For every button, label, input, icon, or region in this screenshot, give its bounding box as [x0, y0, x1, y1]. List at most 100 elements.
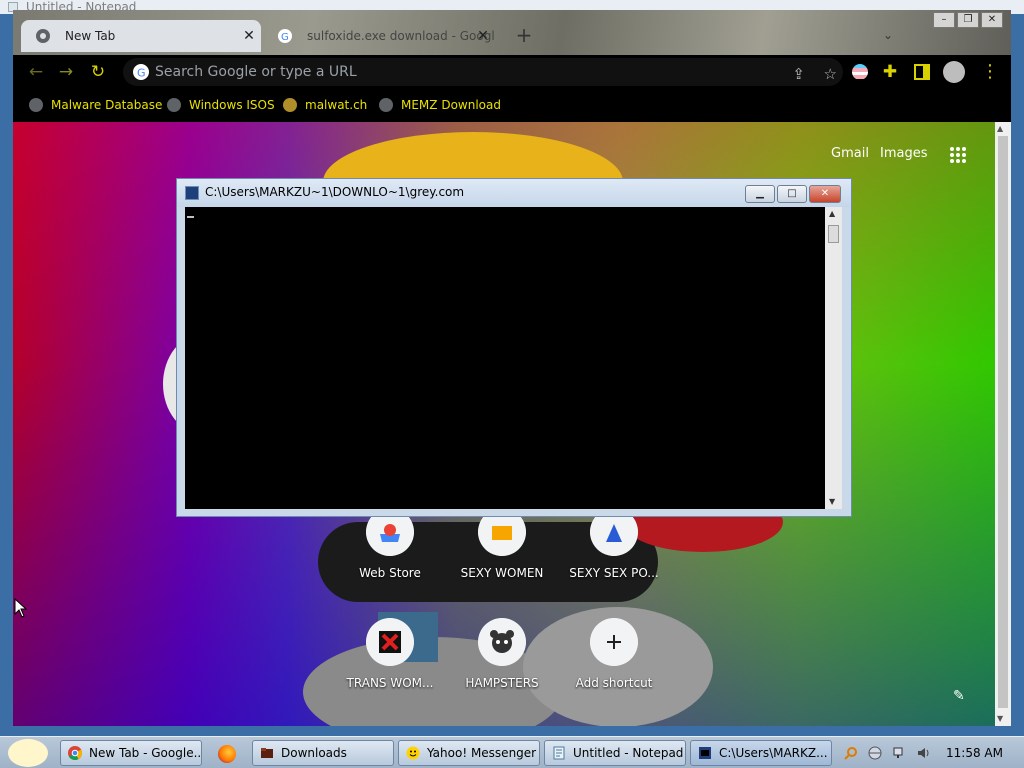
taskbar-item-downloads[interactable]: Downloads — [252, 740, 394, 766]
reload-icon[interactable]: ↻ — [85, 59, 111, 85]
scroll-up-icon[interactable]: ▲ — [997, 124, 1003, 133]
trans-flag-icon[interactable] — [849, 61, 871, 83]
new-tab-button[interactable]: + — [513, 22, 535, 48]
page-scrollbar[interactable]: ▲ ▼ — [995, 122, 1011, 726]
network-globe-icon[interactable] — [868, 746, 882, 760]
volume-icon[interactable] — [916, 746, 930, 760]
bookmark-memz-download[interactable]: MEMZ Download — [379, 96, 501, 114]
search-tray-icon[interactable] — [844, 746, 858, 760]
folder-icon — [261, 748, 273, 758]
bookmarks-bar: Malware Database Windows ISOS malwat.ch … — [13, 89, 1011, 122]
chrome-icon — [68, 746, 82, 760]
window-controls: – ❐ ✕ — [933, 12, 1003, 30]
taskbar-item-label: Untitled - Notepad — [573, 746, 684, 760]
forward-icon[interactable]: → — [53, 59, 79, 85]
globe-icon — [167, 98, 181, 112]
bookmark-malware-database[interactable]: Malware Database — [29, 96, 162, 114]
console-close-button[interactable]: ✕ — [809, 185, 841, 203]
bookmark-label: Windows ISOS — [189, 98, 275, 112]
star-icon[interactable]: ☆ — [824, 60, 837, 88]
notepad-icon — [553, 746, 565, 760]
text-cursor — [187, 216, 194, 218]
gmail-link[interactable]: Gmail — [831, 146, 869, 161]
taskbar-item-yahoo-messenger[interactable]: Yahoo! Messenger — [398, 740, 540, 766]
scroll-down-icon[interactable]: ▼ — [829, 497, 835, 506]
close-icon[interactable]: ✕ — [475, 20, 491, 52]
address-bar[interactable]: G Search Google or type a URL ⇪ ☆ — [123, 58, 843, 86]
bookmark-malwatch[interactable]: malwat.ch — [283, 96, 367, 114]
globe-icon — [379, 98, 393, 112]
console-maximize-button[interactable]: □ — [777, 185, 807, 203]
shortcut-sexy-sex-po[interactable]: SEXY SEX PO... — [558, 508, 670, 598]
address-placeholder: Search Google or type a URL — [155, 64, 357, 80]
globe-icon — [29, 98, 43, 112]
system-clock[interactable]: 11:58 AM — [946, 746, 1003, 760]
taskbar-item-console[interactable]: C:\Users\MARKZ... — [690, 740, 832, 766]
tab-label: New Tab — [65, 29, 116, 43]
scrollbar-thumb[interactable] — [998, 136, 1008, 708]
console-window: C:\Users\MARKZU~1\DOWNLO~1\grey.com ▁ □ … — [176, 178, 852, 517]
console-scrollbar[interactable]: ▲ ▼ — [825, 207, 842, 509]
plus-icon — [590, 618, 638, 666]
bookmark-label: Malware Database — [51, 98, 163, 112]
console-icon — [185, 186, 199, 200]
console-minimize-button[interactable]: ▁ — [745, 185, 775, 203]
taskbar-item-chrome[interactable]: New Tab - Google... — [60, 740, 202, 766]
browser-toolbar: ← → ↻ G Search Google or type a URL ⇪ ☆ … — [13, 55, 1011, 89]
network-icon[interactable] — [892, 746, 906, 760]
shortcut-label: SEXY WOMEN — [460, 566, 544, 580]
share-icon[interactable]: ⇪ — [792, 60, 805, 88]
taskbar-item-notepad[interactable]: Untitled - Notepad — [544, 740, 686, 766]
pencil-icon[interactable]: ✎ — [953, 688, 965, 704]
taskbar-item-label: Yahoo! Messenger — [427, 746, 537, 760]
bookmark-label: MEMZ Download — [401, 98, 501, 112]
bookmark-windows-isos[interactable]: Windows ISOS — [167, 96, 275, 114]
extensions-icon[interactable]: ✚ — [879, 61, 901, 83]
close-icon[interactable]: ✕ — [241, 20, 257, 52]
menu-kebab-icon[interactable]: ⋮ — [979, 61, 1001, 83]
apps-grid-icon[interactable] — [949, 146, 967, 164]
tab-strip: New Tab ✕ G sulfoxide.exe download - Goo… — [13, 10, 1011, 60]
shortcut-label: SEXY SEX PO... — [569, 566, 659, 580]
tab-sulfoxide[interactable]: G sulfoxide.exe download - Googl ✕ — [263, 20, 495, 52]
add-shortcut-button[interactable]: Add shortcut — [558, 618, 670, 708]
minimize-button[interactable]: – — [933, 12, 955, 28]
firefox-icon[interactable] — [218, 745, 236, 763]
back-icon[interactable]: ← — [23, 59, 49, 85]
scroll-up-icon[interactable]: ▲ — [829, 209, 835, 218]
shortcut-sexy-women[interactable]: SEXY WOMEN — [446, 508, 558, 598]
x-icon — [366, 618, 414, 666]
profile-avatar-icon[interactable] — [943, 61, 965, 83]
console-output[interactable] — [185, 207, 825, 509]
shortcut-hampsters[interactable]: HAMPSTERS — [446, 618, 558, 708]
shortcut-label: TRANS WOM... — [346, 676, 434, 690]
chrome-icon — [36, 29, 50, 43]
shortcut-trans-wom[interactable]: TRANS WOM... — [334, 618, 446, 708]
console-title-text: C:\Users\MARKZU~1\DOWNLO~1\grey.com — [205, 185, 465, 199]
console-title-bar[interactable]: C:\Users\MARKZU~1\DOWNLO~1\grey.com ▁ □ … — [177, 179, 851, 207]
shortcut-label: HAMPSTERS — [465, 676, 539, 690]
tab-new-tab[interactable]: New Tab ✕ — [21, 20, 261, 52]
scroll-down-icon[interactable]: ▼ — [997, 714, 1003, 723]
bookmark-label: malwat.ch — [305, 98, 368, 112]
taskbar: New Tab - Google... Downloads Yahoo! Mes… — [0, 736, 1024, 768]
yahoo-icon — [406, 746, 420, 760]
hamster-icon — [478, 618, 526, 666]
svg-text:G: G — [281, 32, 289, 43]
google-icon: G — [278, 29, 292, 43]
scrollbar-thumb[interactable] — [828, 225, 839, 243]
start-button[interactable] — [8, 739, 48, 767]
close-window-button[interactable]: ✕ — [981, 12, 1003, 28]
side-panel-icon[interactable] — [911, 61, 933, 83]
chevron-down-icon[interactable]: ⌄ — [883, 28, 893, 42]
taskbar-item-label: Downloads — [281, 746, 347, 760]
shortcut-label: Web Store — [359, 566, 421, 580]
svg-text:G: G — [137, 67, 146, 80]
taskbar-item-label: New Tab - Google... — [89, 746, 202, 760]
images-link[interactable]: Images — [880, 146, 928, 161]
mouse-pointer-icon — [14, 598, 28, 618]
taskbar-item-label: C:\Users\MARKZ... — [719, 746, 828, 760]
shortcut-web-store[interactable]: Web Store — [334, 508, 446, 598]
maximize-button[interactable]: ❐ — [957, 12, 979, 28]
desktop: Untitled - Notepad New Tab ✕ G sulfoxide… — [0, 0, 1024, 768]
